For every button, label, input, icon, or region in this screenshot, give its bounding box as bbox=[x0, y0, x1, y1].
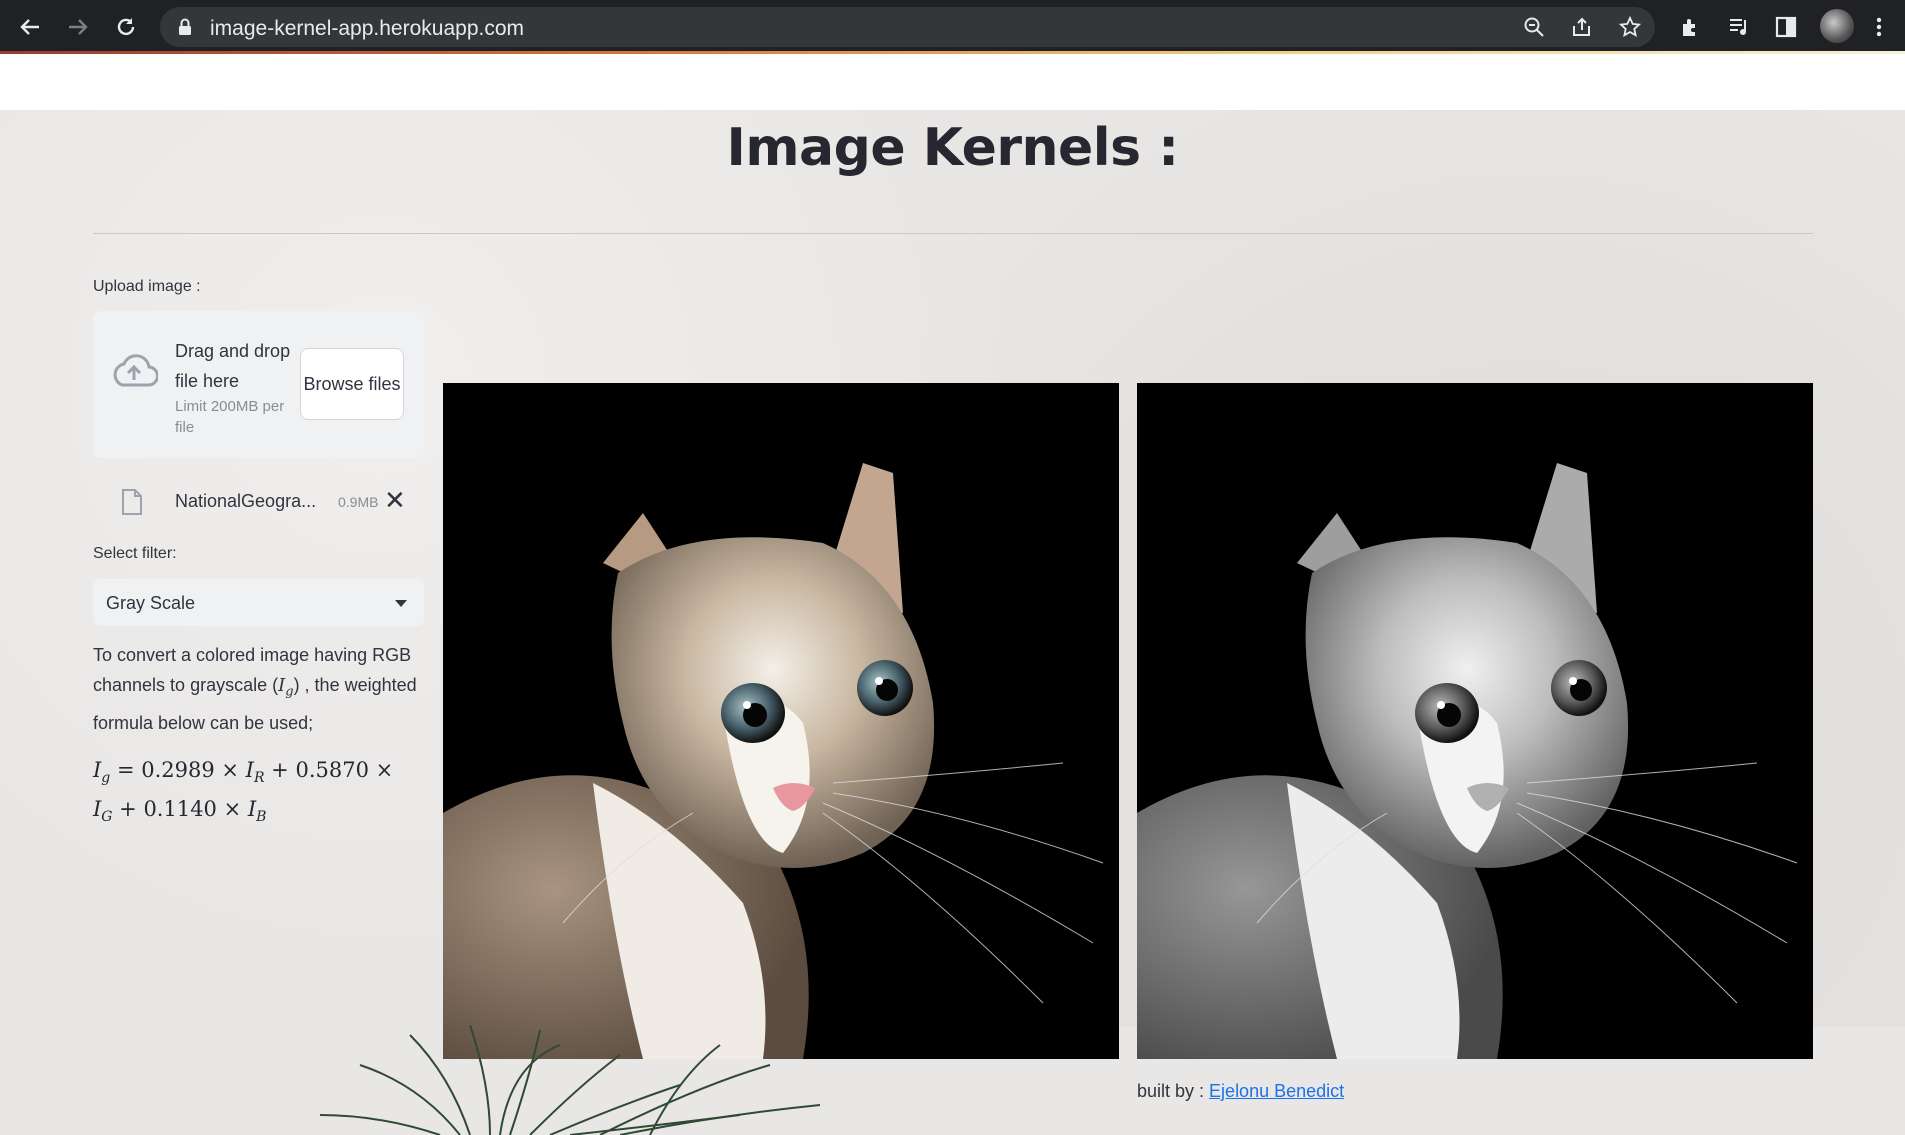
original-image bbox=[443, 383, 1119, 1059]
browser-toolbar: image-kernel-app.herokuapp.com bbox=[0, 0, 1905, 54]
file-icon bbox=[121, 488, 143, 521]
formula-coefficient-r: 0.2989 bbox=[141, 758, 215, 782]
star-icon[interactable] bbox=[1618, 15, 1642, 38]
upload-label: Upload image : bbox=[93, 278, 201, 295]
formula-coefficient-b: 0.1140 bbox=[143, 797, 217, 822]
processed-image bbox=[1137, 383, 1813, 1059]
forward-arrow-icon[interactable] bbox=[63, 12, 93, 42]
reload-icon[interactable] bbox=[111, 12, 141, 42]
formula-coefficient-g: 0.5870 bbox=[295, 758, 369, 782]
app-header-band bbox=[0, 54, 1905, 110]
filter-select[interactable]: Gray Scale bbox=[93, 579, 424, 626]
grayscale-formula: Ig = 0.2989 × IR + 0.5870 × IG + 0.1140 … bbox=[93, 758, 394, 826]
menu-icon[interactable] bbox=[1867, 15, 1891, 39]
browse-files-button[interactable]: Browse files bbox=[300, 348, 404, 420]
file-size: 0.9MB bbox=[338, 494, 379, 510]
footer-prefix: built by : bbox=[1137, 1081, 1210, 1101]
address-bar[interactable]: image-kernel-app.herokuapp.com bbox=[160, 7, 1655, 47]
dropzone-limit: Limit 200MB per file bbox=[175, 398, 285, 436]
profile-avatar[interactable] bbox=[1820, 9, 1854, 43]
filter-label: Select filter: bbox=[93, 545, 177, 562]
author-link[interactable]: Ejelonu Benedict bbox=[1209, 1081, 1344, 1101]
grayscale-description: To convert a colored image having RGB ch… bbox=[93, 640, 433, 738]
divider bbox=[93, 233, 1813, 234]
url-text: image-kernel-app.herokuapp.com bbox=[210, 17, 525, 40]
cloud-upload-icon bbox=[110, 353, 159, 394]
decorative-plant bbox=[319, 1025, 821, 1135]
share-icon[interactable] bbox=[1571, 16, 1593, 38]
page-title: Image Kernels : bbox=[726, 118, 1179, 178]
file-name: NationalGeogra... bbox=[175, 491, 317, 511]
side-panel-icon[interactable] bbox=[1774, 15, 1798, 39]
remove-file-icon[interactable]: ✕ bbox=[384, 485, 406, 516]
zoom-icon[interactable] bbox=[1523, 16, 1545, 38]
media-icon[interactable] bbox=[1727, 15, 1751, 39]
extensions-icon[interactable] bbox=[1679, 15, 1703, 39]
app-main: Image Kernels : Upload image : Drag and … bbox=[0, 110, 1905, 1135]
filter-selected-value: Gray Scale bbox=[106, 593, 196, 613]
dropzone-instructions: Drag and drop file here bbox=[175, 341, 291, 391]
chevron-down-icon bbox=[395, 600, 407, 607]
file-dropzone[interactable]: Drag and drop file here Limit 200MB per … bbox=[93, 311, 424, 458]
lock-icon bbox=[178, 18, 192, 41]
uploaded-file-item: NationalGeogra... 0.9MB ✕ bbox=[93, 475, 424, 515]
footer-credit: built by : Ejelonu Benedict bbox=[1137, 1081, 1344, 1102]
description-subscript: g bbox=[285, 684, 294, 700]
back-arrow-icon[interactable] bbox=[15, 12, 45, 42]
